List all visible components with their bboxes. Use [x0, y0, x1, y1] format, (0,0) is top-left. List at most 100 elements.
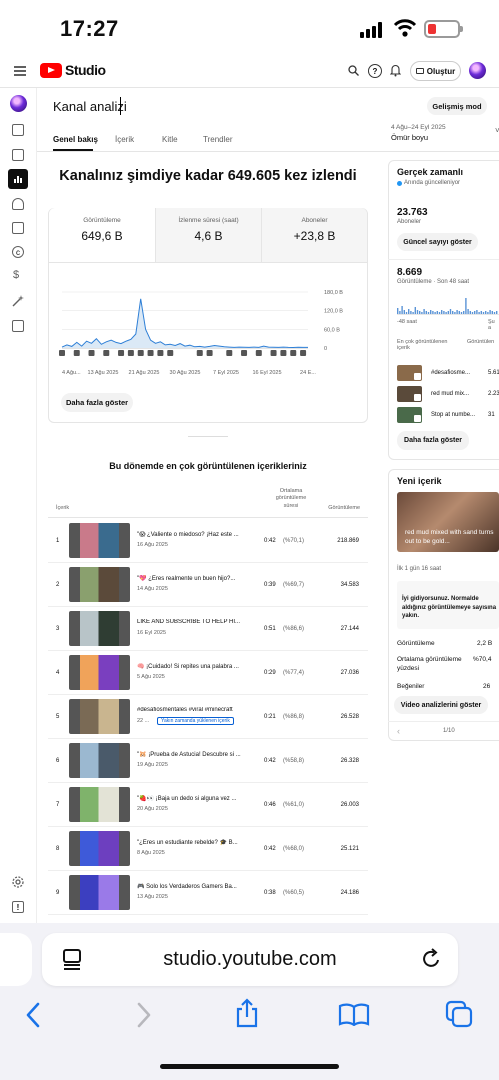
realtime-views-label: Görüntüleme · Son 48 saat — [397, 279, 470, 285]
video-thumbnail[interactable] — [69, 875, 130, 910]
show-current-count-button[interactable]: Güncel sayıyı göster — [397, 233, 478, 251]
video-thumbnail[interactable] — [69, 699, 130, 734]
previous-tab-preview[interactable] — [0, 933, 32, 986]
video-title[interactable]: #desafiosmentales #viral #minecraft — [137, 707, 249, 713]
video-thumbnail[interactable] — [69, 831, 130, 866]
share-icon[interactable] — [234, 998, 260, 1028]
analytics-icon[interactable] — [8, 169, 28, 189]
column-avg-duration: Ortalama görüntüleme süresi — [275, 488, 307, 509]
video-title[interactable]: LIKE AND SUBSCRIBE TO HELP HI... — [137, 619, 249, 625]
realtime-list-item[interactable]: red mud mix... 2.23 — [397, 386, 499, 402]
url-text[interactable]: studio.youtube.com — [42, 948, 458, 971]
realtime-list-item[interactable]: Stop at numbe... 31 — [397, 407, 499, 423]
avg-percent: (%60,5) — [283, 890, 305, 896]
video-analytics-button[interactable]: Video analizlerini göster — [394, 696, 488, 714]
performance-note: İyi gidiyorsunuz. Normalde aldığınız gör… — [402, 596, 497, 620]
search-icon[interactable] — [348, 65, 359, 76]
hamburger-menu-icon[interactable] — [14, 66, 26, 76]
video-thumbnail[interactable] — [69, 567, 130, 602]
realtime-bar — [427, 312, 430, 314]
video-title[interactable]: "🐹 ¡Prueba de Astucia! Descubre si ... — [137, 751, 249, 758]
video-thumbnail[interactable] — [69, 787, 130, 822]
realtime-show-more-button[interactable]: Daha fazla göster — [397, 431, 469, 450]
date-preset[interactable]: Ömür boyu — [391, 133, 428, 142]
table-row[interactable]: 1 "😱 ¿Valiente o miedoso? ¡Haz este ... 16… — [48, 519, 368, 563]
earn-icon[interactable]: $ — [13, 269, 19, 281]
realtime-bar-chart[interactable] — [397, 292, 499, 316]
metric-tab-subscribers[interactable]: Aboneler +23,8 B — [261, 208, 367, 263]
video-date: 20 Ağu 2025 — [137, 806, 168, 812]
upload-marker — [206, 350, 213, 356]
channel-avatar[interactable] — [10, 95, 27, 112]
content-icon[interactable] — [12, 149, 24, 161]
table-row[interactable]: 9 🎮 Solo los Verdaderos Gamers Ba... 13 Ağ… — [48, 871, 368, 915]
table-row[interactable]: 6 "🐹 ¡Prueba de Astucia! Descubre si ... 1… — [48, 739, 368, 783]
realtime-list-item[interactable]: #desafiosme... 5.61 — [397, 365, 499, 381]
new-video-thumbnail[interactable]: red mud mixed with sand turns out to be … — [397, 492, 499, 552]
realtime-bar — [445, 312, 447, 314]
video-title[interactable]: "🍓👀 ¡Baja un dedo si alguna vez ... — [137, 795, 249, 802]
reload-icon[interactable] — [422, 948, 442, 970]
upload-marker — [300, 350, 307, 356]
mini-title: Stop at numbe... — [431, 412, 476, 418]
table-row[interactable]: 4 🧠 ¡Cuidado! Si repites una palabra ... 5… — [48, 651, 368, 695]
date-range[interactable]: 4 Ağu–24 Eyl 2025 — [391, 124, 446, 131]
realtime-bar — [403, 310, 405, 314]
studio-brand[interactable]: Studio — [65, 62, 106, 78]
avg-percent: (%69,7) — [283, 582, 305, 588]
metric-tab-views[interactable]: Görüntüleme 649,6 B — [49, 208, 155, 263]
realtime-bar — [416, 310, 419, 314]
realtime-bar — [489, 310, 491, 314]
notification-bell-icon[interactable] — [390, 64, 401, 77]
table-row[interactable]: 8 "¿Eres un estudiante rebelde? 🎓 B... 8 A… — [48, 827, 368, 871]
video-thumbnail[interactable] — [69, 523, 130, 558]
youtube-logo-icon[interactable] — [40, 63, 62, 78]
feedback-icon[interactable]: ! — [12, 901, 24, 913]
community-icon[interactable] — [12, 198, 24, 210]
forward-icon[interactable] — [133, 1002, 153, 1028]
chevron-left-icon[interactable]: ‹ — [397, 726, 400, 736]
video-title[interactable]: "😱 ¿Valiente o miedoso? ¡Haz este ... — [137, 531, 249, 538]
y-tick-label: 0 — [324, 346, 327, 352]
help-icon[interactable]: ? — [368, 64, 382, 78]
copyright-icon[interactable]: c — [12, 246, 24, 258]
settings-gear-icon[interactable] — [12, 876, 24, 888]
tab-content[interactable]: İçerik — [115, 135, 134, 144]
axis-left-label: -48 saat — [397, 319, 417, 325]
create-video-icon — [415, 68, 424, 74]
video-title[interactable]: "¿Eres un estudiante rebelde? 🎓 B... — [137, 839, 249, 846]
row-rank: 5 — [56, 714, 60, 720]
tab-audience[interactable]: Kitle — [162, 135, 178, 144]
video-title[interactable]: 🧠 ¡Cuidado! Si repites una palabra ... — [137, 663, 249, 670]
video-title[interactable]: "💖 ¿Eres realmente un buen hijo?... — [137, 575, 249, 582]
back-icon[interactable] — [24, 1002, 44, 1028]
video-title[interactable]: 🎮 Solo los Verdaderos Gamers Ba... — [137, 883, 249, 890]
audio-library-icon[interactable] — [12, 320, 24, 332]
realtime-bar — [419, 311, 421, 314]
show-more-button[interactable]: Daha fazla göster — [61, 393, 133, 412]
advanced-mode-button[interactable]: Gelişmiş mod — [427, 97, 487, 115]
table-row[interactable]: 3 LIKE AND SUBSCRIBE TO HELP HI... 16 Eyl … — [48, 607, 368, 651]
tabs-icon[interactable] — [445, 1000, 473, 1028]
upload-marker — [167, 350, 174, 356]
table-row[interactable]: 7 "🍓👀 ¡Baja un dedo si alguna vez ... 20 A… — [48, 783, 368, 827]
mini-thumbnail — [397, 407, 422, 423]
video-thumbnail[interactable] — [69, 655, 130, 690]
dashboard-icon[interactable] — [12, 124, 24, 136]
chevron-down-icon[interactable]: ˅ — [495, 126, 499, 135]
metric-tab-watch-time[interactable]: İzlenme süresi (saat) 4,6 B — [155, 208, 261, 263]
create-button[interactable]: Oluştur — [410, 61, 461, 81]
tab-trends[interactable]: Trendler — [203, 135, 233, 144]
customization-wand-icon[interactable] — [12, 295, 24, 307]
account-avatar[interactable] — [469, 62, 486, 79]
bookmarks-icon[interactable] — [338, 1002, 370, 1026]
table-row[interactable]: 2 "💖 ¿Eres realmente un buen hijo?... 14 A… — [48, 563, 368, 607]
realtime-bar — [401, 306, 403, 314]
video-thumbnail[interactable] — [69, 611, 130, 646]
video-date: 22 ... — [137, 718, 150, 724]
subtitles-icon[interactable] — [12, 222, 24, 234]
video-thumbnail[interactable] — [69, 743, 130, 778]
tab-overview[interactable]: Genel bakış — [53, 135, 98, 144]
table-row[interactable]: 5 #desafiosmentales #viral #minecraft 22 .… — [48, 695, 368, 739]
views-line-chart[interactable]: 180,0 B 120,0 B 60,0 B 0 4 Ağu... 13 Ağu 2025… — [48, 278, 368, 378]
